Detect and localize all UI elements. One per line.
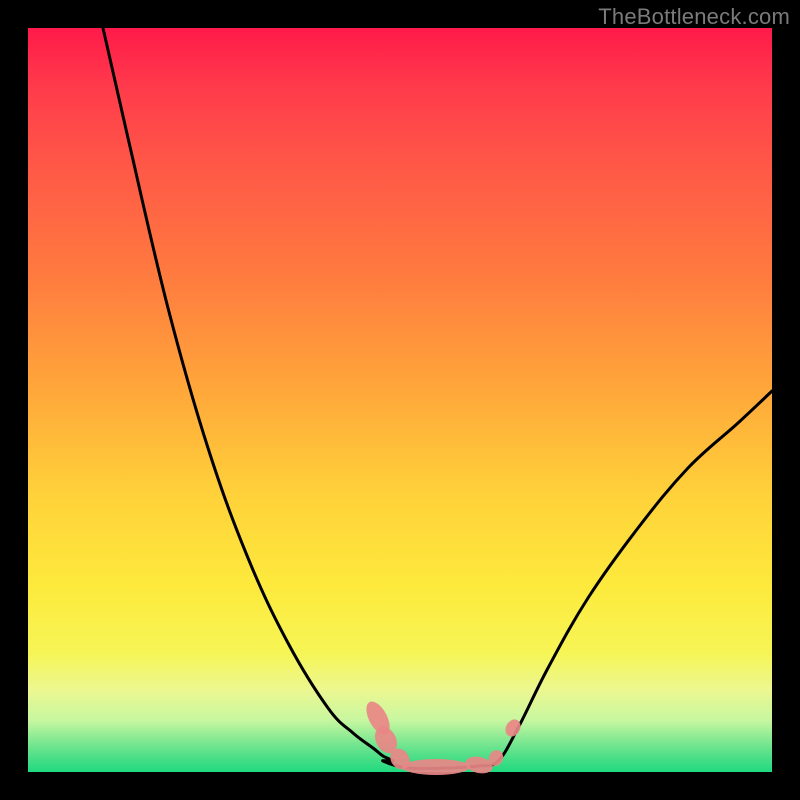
trough-markers [362,698,524,776]
plot-area [28,28,772,772]
trough-marker [402,759,470,775]
curve-path [103,28,772,769]
chart-frame: TheBottleneck.com [0,0,800,800]
bottleneck-curve [28,28,772,772]
watermark-text: TheBottleneck.com [598,4,790,30]
trough-marker [502,717,523,740]
